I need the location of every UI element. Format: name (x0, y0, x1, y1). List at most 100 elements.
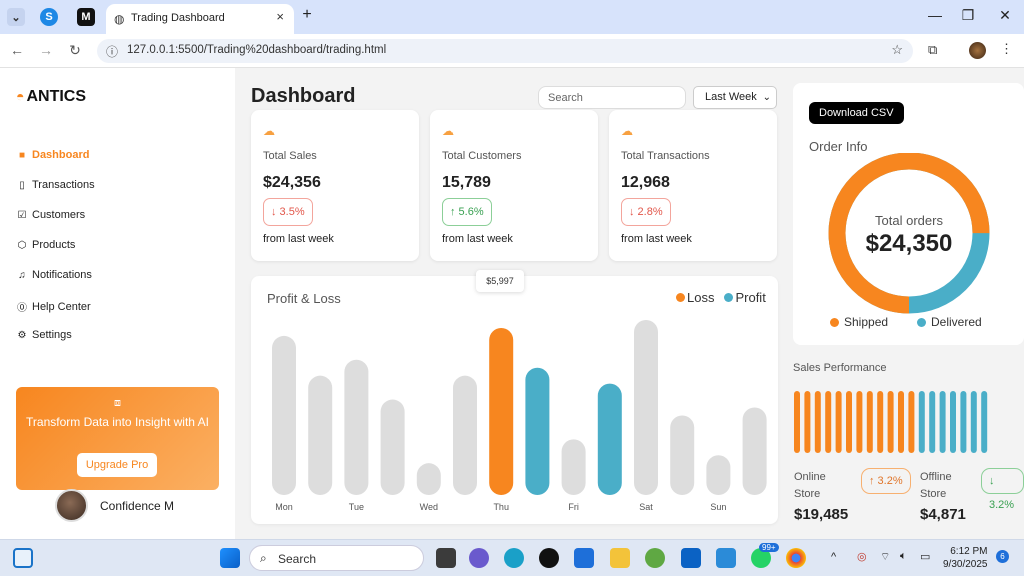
sales-bar (866, 391, 873, 453)
cloud-icon: ☁︎ (621, 124, 633, 138)
sales-bar (856, 391, 863, 453)
sidebar-item-5[interactable]: ⓪ Help Center (17, 299, 91, 315)
tiktok-icon[interactable] (539, 548, 559, 568)
m-tab-icon[interactable]: M (77, 8, 95, 26)
profile-avatar[interactable] (969, 42, 986, 59)
chart-bar[interactable] (634, 320, 658, 495)
notification-badge[interactable]: 6 (996, 550, 1009, 563)
order-info-card: Download CSV Order Info Total orders $24… (793, 83, 1024, 345)
skype-tab-icon[interactable]: S (40, 8, 58, 26)
store-icon[interactable] (574, 548, 594, 568)
extensions-icon[interactable]: ⧉ (928, 42, 937, 58)
close-window-icon[interactable]: ✕ (995, 7, 1015, 24)
wifi-icon[interactable]: ⌔ (880, 550, 890, 564)
battery-icon[interactable]: ▭ (920, 550, 930, 563)
taskbar-search[interactable]: ⌕ Search (249, 545, 424, 571)
user-profile[interactable]: Confidence M (55, 489, 174, 522)
sales-bar (939, 391, 946, 453)
menu-dots-icon[interactable]: ⋮ (1000, 41, 1013, 57)
address-field[interactable]: ⓘ 127.0.0.1:5500/Trading%20dashboard/tra… (97, 39, 913, 63)
box-icon: ⬡ (17, 239, 27, 251)
sidebar: ◓ ANTICS ■ Dashboard ▯ Transactions ☑ Customer… (0, 68, 235, 539)
clock-time: 6:12 PM (950, 546, 988, 557)
online-store-label: Online Store (794, 471, 826, 500)
offline-store-label: Offline Store (920, 471, 952, 500)
site-info-icon[interactable]: ⓘ (106, 43, 118, 60)
cloud-icon: ☁︎ (442, 124, 454, 138)
chart-bar[interactable] (272, 335, 296, 495)
tray-chevron-icon[interactable]: ^ (831, 551, 836, 563)
stat-card: ☁︎ Total Customers 15,789 ↑ 5.6% from last w… (430, 110, 598, 261)
dashboard-app: ◓ ANTICS ■ Dashboard ▯ Transactions ☑ Customer… (0, 68, 1024, 539)
folder-icon[interactable] (610, 548, 630, 568)
windows-start-icon[interactable] (220, 548, 240, 568)
download-csv-button[interactable]: Download CSV (809, 102, 904, 124)
app-icon[interactable] (645, 548, 665, 568)
sales-performance-title: Sales Performance (793, 362, 887, 374)
edge-icon[interactable] (504, 548, 524, 568)
chart-bar[interactable] (453, 375, 477, 495)
chrome-icon[interactable] (786, 548, 806, 568)
period-select[interactable]: Last Week ⌄ (693, 86, 777, 109)
chart-bar[interactable] (706, 455, 731, 495)
tray-app-icon[interactable]: ◎ (857, 550, 867, 563)
chart-bar[interactable] (416, 463, 441, 495)
sales-bar (887, 391, 894, 453)
chart-bar[interactable] (670, 415, 695, 495)
sales-bar (877, 391, 884, 453)
sidebar-item-4[interactable]: ♫ Notifications (17, 269, 92, 281)
clock[interactable]: 6:12 PM 9/30/2025 (943, 545, 988, 571)
sales-bar (970, 391, 977, 453)
forward-icon[interactable]: → (37, 42, 55, 58)
chart-bar[interactable] (380, 399, 405, 495)
tab-close-icon[interactable]: × (276, 9, 284, 24)
sales-bar (929, 391, 936, 453)
sidebar-item-3[interactable]: ⬡ Products (17, 239, 76, 251)
logo-text: ANTICS (26, 88, 87, 105)
volume-icon[interactable]: 🔈︎ (900, 550, 907, 563)
task-view-icon[interactable] (13, 548, 33, 568)
stat-card: ☁︎ Total Sales $24,356 ↓ 3.5% from last week (251, 110, 419, 261)
help-icon: ⓪ (17, 303, 27, 314)
minimize-icon[interactable]: — (925, 7, 945, 23)
reload-icon[interactable]: ↻ (66, 42, 84, 59)
vscode-icon[interactable] (716, 548, 736, 568)
new-tab-icon[interactable]: + (297, 6, 317, 24)
sales-bar (825, 391, 832, 453)
chart-bar[interactable] (742, 407, 767, 496)
chart-bar[interactable] (489, 327, 514, 495)
sidebar-item-6[interactable]: ⚙ Settings (17, 329, 72, 341)
chart-bar[interactable] (344, 359, 369, 495)
stat-label: Total Transactions (621, 150, 710, 162)
user-name: Confidence M (100, 498, 175, 513)
back-icon[interactable]: ← (8, 42, 26, 58)
outlook-icon[interactable] (681, 548, 701, 568)
restore-icon[interactable]: ❐ (958, 7, 978, 24)
sidebar-item-label: Settings (32, 329, 72, 341)
whatsapp-badge: 99+ (759, 543, 779, 552)
sales-bar (898, 391, 904, 453)
bookmark-star-icon[interactable]: ☆ (891, 42, 903, 58)
browser-tab-bar: ⌄ S M ◍ Trading Dashboard × + — ❐ ✕ (0, 0, 1024, 34)
meet-icon[interactable] (469, 548, 489, 568)
chart-bar[interactable] (525, 367, 550, 495)
file-app-icon[interactable] (436, 548, 456, 568)
stat-label: Total Customers (442, 150, 522, 162)
sidebar-item-2[interactable]: ☑ Customers (17, 209, 86, 221)
sidebar-item-1[interactable]: ▯ Transactions (17, 179, 94, 191)
stat-value: 15,789 (442, 174, 491, 191)
chart-bar[interactable] (308, 375, 333, 495)
dashboard-icon: ■ (18, 149, 26, 161)
active-browser-tab[interactable]: ◍ Trading Dashboard × (106, 4, 294, 34)
sidebar-item-0[interactable]: ■ Dashboard (17, 149, 90, 161)
tab-list-chevron-icon[interactable]: ⌄ (7, 8, 25, 26)
chart-bar[interactable] (597, 383, 622, 495)
sidebar-item-label: Products (32, 239, 76, 251)
url-text: 127.0.0.1:5500/Trading%20dashboard/tradi… (127, 44, 387, 56)
x-tick-label: Sun (710, 502, 726, 512)
sales-bar (794, 391, 800, 453)
search-input[interactable] (538, 86, 686, 109)
upgrade-pro-button[interactable]: Upgrade Pro (77, 453, 157, 477)
chart-bar[interactable] (561, 439, 586, 495)
logo: ◓ ANTICS (16, 88, 86, 106)
